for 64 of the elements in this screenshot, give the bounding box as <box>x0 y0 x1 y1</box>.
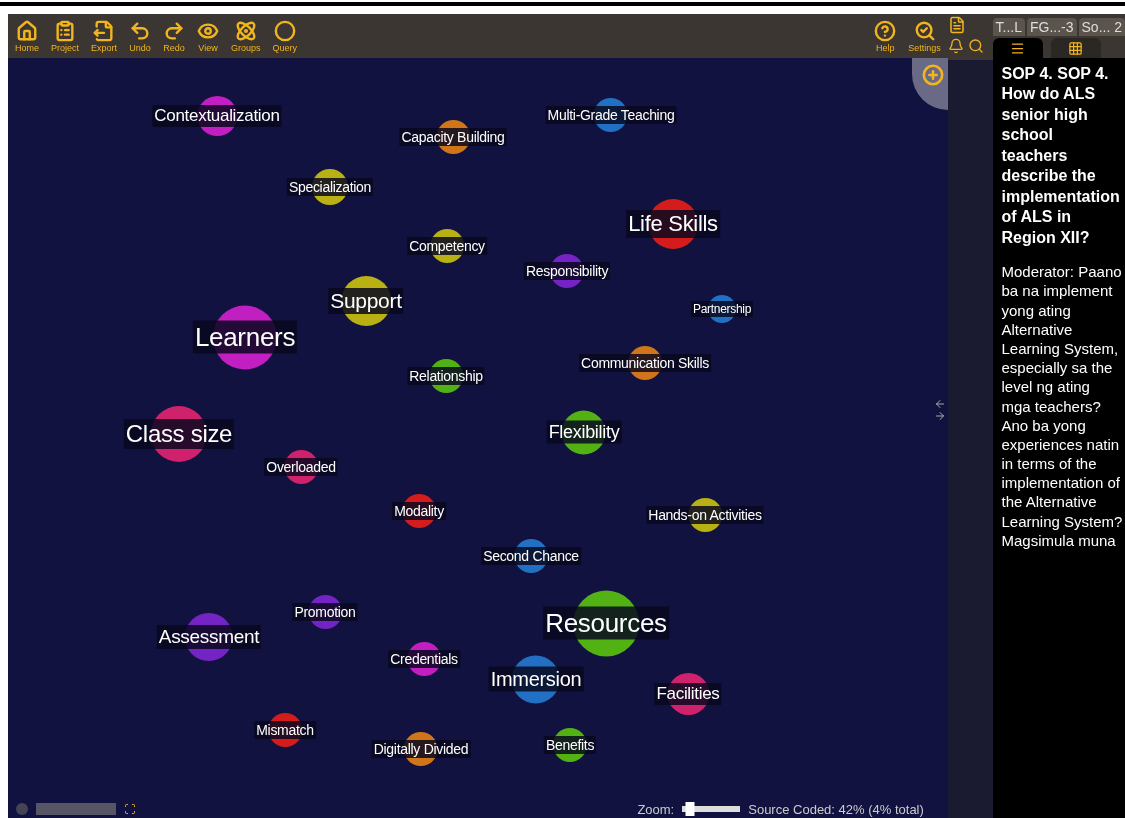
source-coded-text: Source Coded: 42% (4% total) <box>748 801 924 817</box>
target-icon[interactable] <box>124 803 136 815</box>
home-icon <box>16 19 38 42</box>
node-label[interactable]: Communication Skills <box>579 354 711 372</box>
redo-button[interactable]: Redo <box>160 19 189 53</box>
search-icon[interactable] <box>967 38 984 54</box>
node-label[interactable]: Hands-on Activities <box>646 506 764 524</box>
node-label[interactable]: Specialization <box>286 178 374 196</box>
node-label[interactable]: Relationship <box>407 367 485 385</box>
project-button[interactable]: Project <box>48 19 83 53</box>
slider-thumb[interactable] <box>685 802 695 816</box>
node-label[interactable]: Benefits <box>543 736 597 754</box>
query-button[interactable]: Query <box>269 19 301 53</box>
help-button[interactable]: Help <box>871 19 900 53</box>
node-label[interactable]: Facilities <box>654 683 722 705</box>
document-tab[interactable]: So... 2 <box>1078 18 1125 36</box>
question-heading: SOP 4. SOP 4. How do ALS senior high school teachers describe the implementation of ALS in Region XII? <box>1001 64 1121 248</box>
left-arrow-icon[interactable] <box>933 398 946 410</box>
zoom-label: Zoom: <box>637 801 675 817</box>
node-label[interactable]: Competency <box>407 237 487 255</box>
node-label[interactable]: Multi-Grade Teaching <box>545 106 677 124</box>
transcript-text: Moderator: Paano ba na implement yong ating Alternative Learning System, especially sa the level ng ating mga teachers? Ano ba yong experiences natin in terms of the implementation of the Alternative Learning System? Magsimula muna <box>1001 262 1123 551</box>
node-label[interactable]: Promotion <box>292 603 358 621</box>
node-label[interactable]: Digitally Divided <box>371 740 471 758</box>
plus-icon[interactable] <box>921 64 944 86</box>
clipboard-icon <box>54 19 76 42</box>
panel-tab[interactable] <box>992 38 1043 58</box>
search-field[interactable] <box>36 803 116 815</box>
node-label[interactable]: Resources <box>543 606 669 640</box>
document-icon[interactable] <box>947 16 966 34</box>
node-label[interactable]: Class size <box>123 419 235 449</box>
node-label[interactable]: Mismatch <box>254 721 316 739</box>
node-label[interactable]: Learners <box>192 320 298 354</box>
undo-button[interactable]: Undo <box>126 19 155 53</box>
node-label[interactable]: Contextualization <box>152 105 282 127</box>
node-label[interactable]: Immersion <box>488 666 584 692</box>
circle-icon <box>273 19 296 42</box>
groups-button[interactable]: Groups <box>228 19 264 53</box>
node-label[interactable]: Life Skills <box>626 210 720 238</box>
node-label[interactable]: Credentials <box>388 650 460 668</box>
node-label[interactable]: Overloaded <box>264 458 338 476</box>
help-icon <box>874 19 897 42</box>
export-icon <box>93 19 116 42</box>
right-arrow-icon[interactable] <box>933 410 946 422</box>
node-label[interactable]: Capacity Building <box>399 128 507 146</box>
node-label[interactable]: Modality <box>392 502 446 520</box>
bell-icon[interactable] <box>947 38 964 54</box>
grid-icon <box>1068 40 1083 56</box>
node-label[interactable]: Second Chance <box>481 547 581 565</box>
node-label[interactable]: Responsibility <box>523 262 611 280</box>
node-label[interactable]: Support <box>328 288 404 314</box>
menu-icon <box>1010 40 1025 56</box>
view-button[interactable]: View <box>194 19 223 53</box>
panel-tab[interactable] <box>1050 38 1101 58</box>
node-label[interactable]: Flexibility <box>546 420 622 444</box>
node-label[interactable]: Partnership <box>690 301 754 317</box>
node-label[interactable]: Assessment <box>156 625 262 649</box>
document-tab[interactable]: T...L <box>992 18 1025 36</box>
settings-button[interactable]: Settings <box>905 19 944 53</box>
export-button[interactable]: Export <box>88 19 121 53</box>
document-tab[interactable]: FG...-3 <box>1026 18 1077 36</box>
settings-icon <box>913 19 936 42</box>
circles-icon <box>234 19 257 42</box>
home-button[interactable]: Home <box>12 19 42 53</box>
